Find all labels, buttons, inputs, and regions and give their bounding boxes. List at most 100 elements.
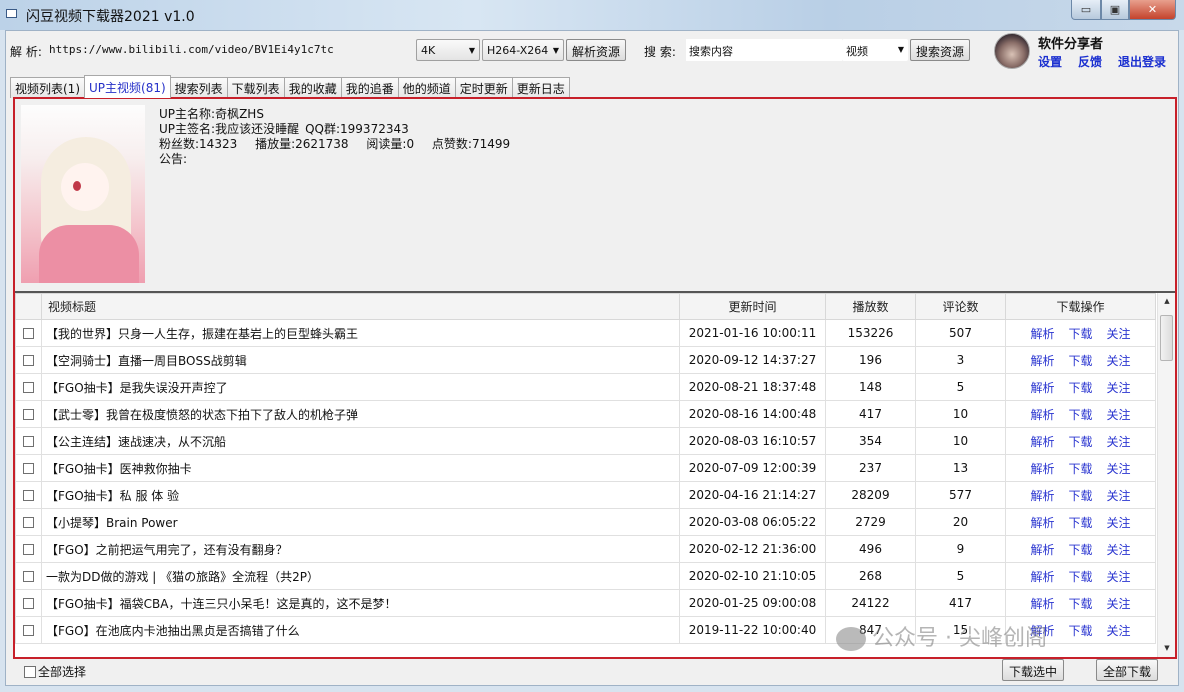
parse-link[interactable]: 解析 bbox=[1030, 570, 1054, 584]
follow-link[interactable]: 关注 bbox=[1107, 570, 1131, 584]
follow-link[interactable]: 关注 bbox=[1107, 489, 1131, 503]
row-checkbox-cell[interactable] bbox=[15, 562, 42, 590]
row-checkbox-cell[interactable] bbox=[15, 535, 42, 563]
table-row[interactable]: 【FGO抽卡】是我失误没开声控了 2020-08-21 18:37:48 148 5 解… bbox=[15, 373, 1156, 401]
row-checkbox-cell[interactable] bbox=[15, 589, 42, 617]
download-link[interactable]: 下载 bbox=[1068, 570, 1092, 584]
table-row[interactable]: 【FGO抽卡】私 服 体 验 2020-04-16 21:14:27 28209 57… bbox=[15, 481, 1156, 509]
download-link[interactable]: 下载 bbox=[1068, 516, 1092, 530]
download-link[interactable]: 下载 bbox=[1068, 354, 1092, 368]
quality-select[interactable]: 4K ▼ bbox=[416, 39, 480, 61]
download-link[interactable]: 下载 bbox=[1068, 408, 1092, 422]
download-link[interactable]: 下载 bbox=[1068, 543, 1092, 557]
table-row[interactable]: 【小提琴】Brain Power 2020-03-08 06:05:22 2729 2… bbox=[15, 508, 1156, 536]
download-link[interactable]: 下载 bbox=[1068, 597, 1092, 611]
table-row[interactable]: 【FGO抽卡】医神救你抽卡 2020-07-09 12:00:39 237 13 解析下… bbox=[15, 454, 1156, 482]
tab-my-favorites[interactable]: 我的收藏 bbox=[283, 77, 342, 98]
maximize-button[interactable]: ▣ bbox=[1101, 0, 1129, 20]
row-checkbox-cell[interactable] bbox=[15, 454, 42, 482]
parse-link[interactable]: 解析 bbox=[1030, 597, 1054, 611]
header-time[interactable]: 更新时间 bbox=[679, 293, 826, 320]
download-link[interactable]: 下载 bbox=[1068, 462, 1092, 476]
search-type-select[interactable]: 视频 ▼ bbox=[842, 39, 908, 61]
follow-link[interactable]: 关注 bbox=[1107, 597, 1131, 611]
parse-link[interactable]: 解析 bbox=[1030, 462, 1054, 476]
download-selected-button[interactable]: 下载选中 bbox=[1002, 659, 1065, 681]
minimize-button[interactable]: ▭ bbox=[1071, 0, 1101, 20]
table-row[interactable]: 【FGO】在池底内卡池抽出黑贞是否搞错了什么 2019-11-22 10:00:4… bbox=[15, 616, 1156, 644]
follow-link[interactable]: 关注 bbox=[1107, 327, 1131, 341]
header-title[interactable]: 视频标题 bbox=[41, 293, 680, 320]
download-link[interactable]: 下载 bbox=[1068, 489, 1092, 503]
row-checkbox-cell[interactable] bbox=[15, 508, 42, 536]
follow-link[interactable]: 关注 bbox=[1107, 354, 1131, 368]
tab-scheduled-update[interactable]: 定时更新 bbox=[454, 77, 513, 98]
row-checkbox-cell[interactable] bbox=[15, 346, 42, 374]
row-checkbox-cell[interactable] bbox=[15, 427, 42, 455]
row-checkbox[interactable] bbox=[23, 544, 34, 555]
row-checkbox[interactable] bbox=[23, 409, 34, 420]
download-link[interactable]: 下载 bbox=[1068, 624, 1092, 638]
parse-button[interactable]: 解析资源 bbox=[566, 39, 627, 61]
table-row[interactable]: 【FGO】之前把运气用完了，还有没有翻身？ 2020-02-12 21:36:00… bbox=[15, 535, 1156, 563]
select-all-checkbox[interactable]: 全部选择 bbox=[24, 663, 86, 680]
url-input[interactable]: https://www.bilibili.com/video/BV1Ei4y1c… bbox=[46, 39, 412, 61]
row-checkbox[interactable] bbox=[23, 571, 34, 582]
row-checkbox-cell[interactable] bbox=[15, 481, 42, 509]
row-checkbox[interactable] bbox=[23, 436, 34, 447]
settings-link[interactable]: 设置 bbox=[1038, 53, 1062, 70]
header-plays[interactable]: 播放数 bbox=[825, 293, 916, 320]
table-row[interactable]: 【公主连结】速战速决，从不沉船 2020-08-03 16:10:57 354 10 解… bbox=[15, 427, 1156, 455]
table-row[interactable]: 【我的世界】只身一人生存，振建在基岩上的巨型蜂头霸王 2021-01-16 10:… bbox=[15, 319, 1156, 347]
codec-select[interactable]: H264-X264 ▼ bbox=[482, 39, 564, 61]
scroll-up-icon[interactable]: ▲ bbox=[1158, 293, 1176, 310]
row-checkbox[interactable] bbox=[23, 490, 34, 501]
table-row[interactable]: 【空洞骑士】直播一周目BOSS战剪辑 2020-09-12 14:37:27 196… bbox=[15, 346, 1156, 374]
follow-link[interactable]: 关注 bbox=[1107, 543, 1131, 557]
checkbox-icon[interactable] bbox=[24, 665, 36, 678]
row-checkbox-cell[interactable] bbox=[15, 400, 42, 428]
parse-link[interactable]: 解析 bbox=[1030, 408, 1054, 422]
parse-link[interactable]: 解析 bbox=[1030, 516, 1054, 530]
row-checkbox[interactable] bbox=[23, 598, 34, 609]
download-link[interactable]: 下载 bbox=[1068, 381, 1092, 395]
follow-link[interactable]: 关注 bbox=[1107, 516, 1131, 530]
feedback-link[interactable]: 反馈 bbox=[1078, 53, 1102, 70]
row-checkbox-cell[interactable] bbox=[15, 319, 42, 347]
parse-link[interactable]: 解析 bbox=[1030, 624, 1054, 638]
table-row[interactable]: 【FGO抽卡】福袋CBA，十连三只小呆毛！这是真的，这不是梦！ 2020-01-2… bbox=[15, 589, 1156, 617]
table-row[interactable]: 【武士零】我曾在极度愤怒的状态下拍下了敌人的机枪子弹 2020-08-16 14:… bbox=[15, 400, 1156, 428]
close-button[interactable]: ✕ bbox=[1129, 0, 1176, 20]
follow-link[interactable]: 关注 bbox=[1107, 462, 1131, 476]
table-row[interactable]: 一款为DD做的游戏 | 《猫の旅路》全流程（共2P） 2020-02-10 21:… bbox=[15, 562, 1156, 590]
search-button[interactable]: 搜索资源 bbox=[910, 39, 971, 61]
tab-uploader-videos[interactable]: UP主视频(81) bbox=[84, 75, 171, 98]
row-checkbox[interactable] bbox=[23, 463, 34, 474]
row-checkbox[interactable] bbox=[23, 382, 34, 393]
download-link[interactable]: 下载 bbox=[1068, 435, 1092, 449]
tab-his-channel[interactable]: 他的频道 bbox=[397, 77, 456, 98]
parse-link[interactable]: 解析 bbox=[1030, 543, 1054, 557]
row-checkbox-cell[interactable] bbox=[15, 373, 42, 401]
row-checkbox[interactable] bbox=[23, 625, 34, 636]
row-checkbox[interactable] bbox=[23, 355, 34, 366]
parse-link[interactable]: 解析 bbox=[1030, 327, 1054, 341]
tab-video-list[interactable]: 视频列表(1) bbox=[10, 77, 85, 98]
header-comments[interactable]: 评论数 bbox=[915, 293, 1006, 320]
row-checkbox-cell[interactable] bbox=[15, 616, 42, 644]
follow-link[interactable]: 关注 bbox=[1107, 408, 1131, 422]
parse-link[interactable]: 解析 bbox=[1030, 354, 1054, 368]
tab-changelog[interactable]: 更新日志 bbox=[511, 77, 570, 98]
vertical-scrollbar[interactable]: ▲ ▼ bbox=[1157, 293, 1175, 657]
row-checkbox[interactable] bbox=[23, 517, 34, 528]
tab-download-list[interactable]: 下载列表 bbox=[226, 77, 285, 98]
follow-link[interactable]: 关注 bbox=[1107, 435, 1131, 449]
tab-search-list[interactable]: 搜索列表 bbox=[169, 77, 228, 98]
scroll-thumb[interactable] bbox=[1160, 315, 1173, 361]
follow-link[interactable]: 关注 bbox=[1107, 381, 1131, 395]
parse-link[interactable]: 解析 bbox=[1030, 489, 1054, 503]
search-input[interactable]: 搜索内容 bbox=[686, 39, 842, 61]
download-all-button[interactable]: 全部下载 bbox=[1096, 659, 1159, 681]
parse-link[interactable]: 解析 bbox=[1030, 435, 1054, 449]
row-checkbox[interactable] bbox=[23, 328, 34, 339]
